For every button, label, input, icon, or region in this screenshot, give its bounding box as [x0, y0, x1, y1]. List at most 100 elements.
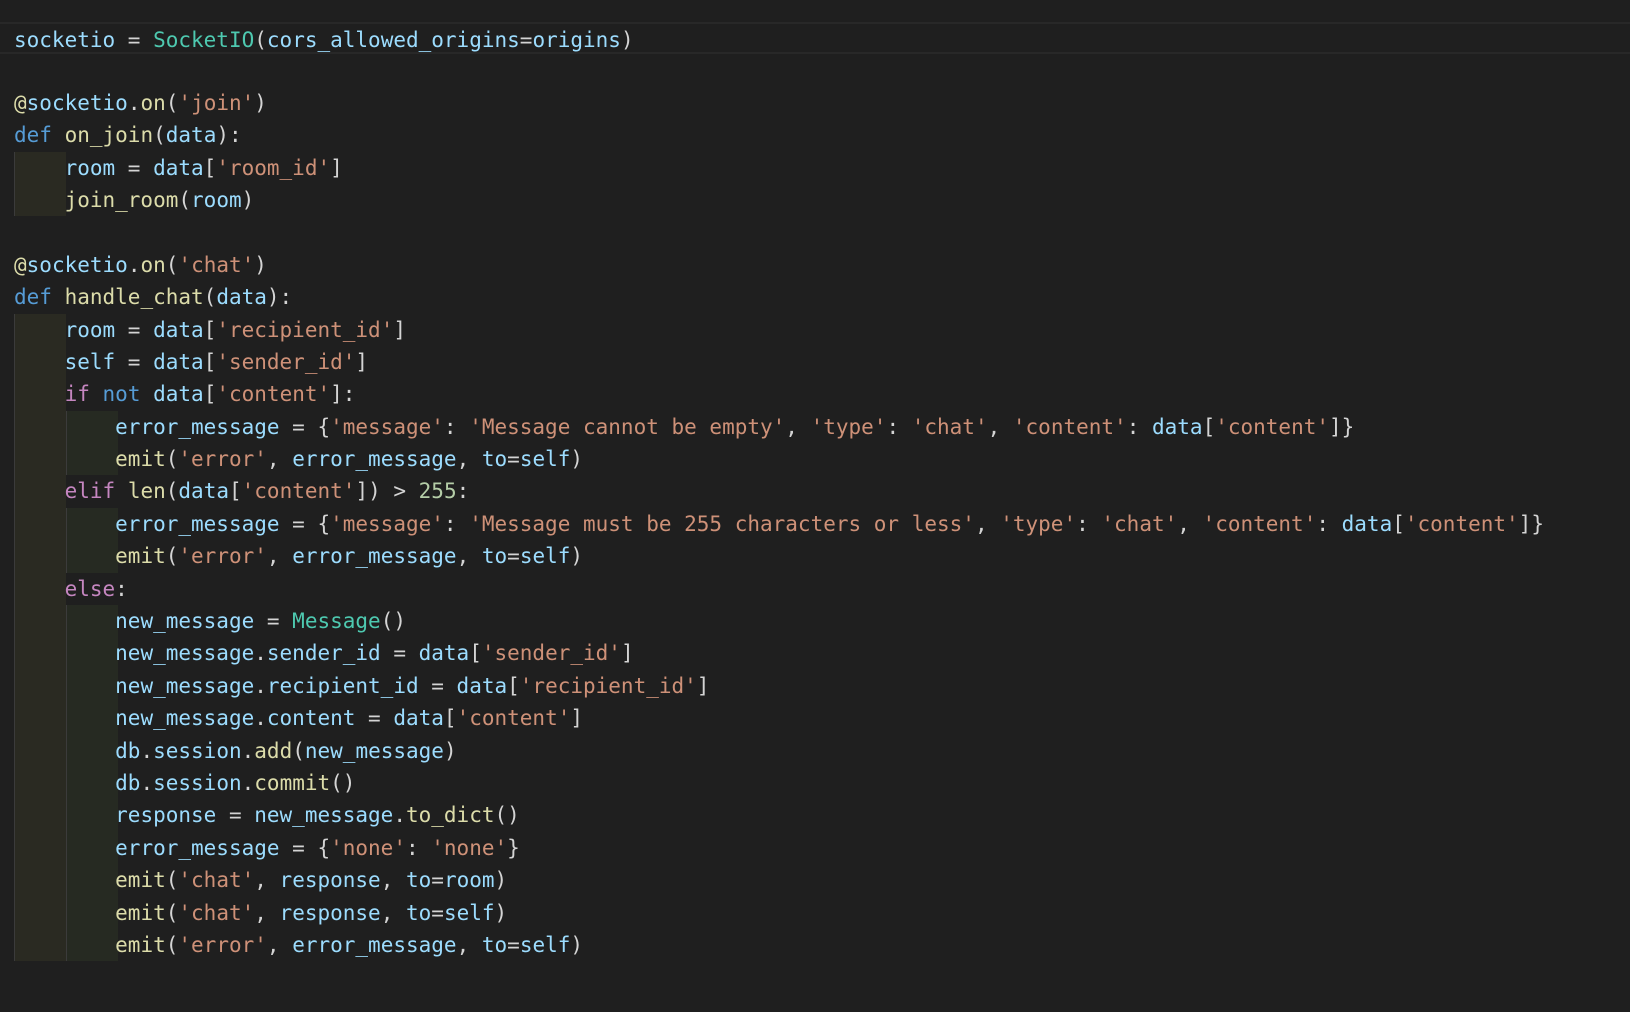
code-line[interactable]: [0, 54, 1630, 86]
code-line[interactable]: error_message = {'none': 'none'}: [0, 831, 1630, 865]
code-token: ]: [355, 349, 369, 374]
code-line[interactable]: new_message = Message(): [0, 605, 1630, 638]
code-token: new_message: [115, 609, 255, 634]
code-token: 'chat': [911, 414, 988, 439]
code-token: (: [292, 738, 305, 763]
code-token: data: [418, 641, 470, 666]
code-line[interactable]: error_message = {'message': 'Message mus…: [0, 507, 1630, 541]
code-token: =: [254, 609, 293, 634]
code-token: error_message: [115, 511, 280, 536]
code-token: ,: [254, 900, 280, 925]
code-line[interactable]: def on_join(data):: [0, 119, 1630, 151]
code-token: [: [203, 317, 217, 342]
code-token: ,: [785, 414, 811, 439]
code-token: ):: [266, 285, 293, 310]
code-text: join_room(room): [14, 187, 255, 212]
code-token: 'error': [178, 544, 267, 569]
code-line[interactable]: new_message.content = data['content']: [0, 702, 1630, 735]
code-line[interactable]: emit('chat', response, to=room): [0, 864, 1630, 897]
code-line[interactable]: db.session.commit(): [0, 766, 1630, 800]
code-token: emit: [115, 932, 166, 957]
code-token: 'none': [330, 835, 406, 860]
code-line[interactable]: self = data['sender_id']: [0, 345, 1630, 379]
code-token: error_message: [115, 414, 280, 439]
code-token: commit: [254, 770, 331, 795]
code-line[interactable]: db.session.add(new_message): [0, 734, 1630, 767]
code-token: ):: [216, 123, 242, 148]
code-line[interactable]: def handle_chat(data):: [0, 281, 1630, 313]
code-token: data: [1151, 414, 1203, 439]
code-token: ,: [266, 932, 293, 957]
code-token: on: [140, 252, 166, 277]
code-token: [: [507, 673, 520, 698]
code-line[interactable]: room = data['room_id']: [0, 151, 1630, 184]
code-token: (): [330, 770, 356, 795]
code-token: data: [178, 479, 229, 504]
code-token: =: [115, 155, 154, 180]
code-line[interactable]: room = data['recipient_id']: [0, 313, 1630, 346]
code-token: [: [1392, 511, 1405, 536]
code-line[interactable]: emit('chat', response, to=self): [0, 896, 1630, 929]
code-token: .: [140, 770, 154, 795]
code-text: db.session.commit(): [14, 771, 355, 795]
code-token: on_join: [64, 123, 154, 148]
code-token: data: [456, 673, 508, 698]
code-line[interactable]: error_message = {'message': 'Message can…: [0, 410, 1630, 444]
code-line[interactable]: if not data['content']:: [0, 378, 1630, 411]
code-token: 'Message must be 255 characters or less': [469, 511, 975, 536]
code-line[interactable]: [0, 216, 1630, 248]
code-token: data: [153, 155, 204, 180]
code-token: ]: [570, 706, 584, 731]
code-token: on: [140, 90, 166, 115]
code-token: emit: [115, 544, 166, 569]
code-token: 'type': [1000, 511, 1077, 536]
code-token: =: [431, 868, 444, 893]
code-token: sender_id: [266, 641, 381, 666]
code-token: elif: [64, 479, 116, 504]
code-line[interactable]: @socketio.on('join'): [0, 87, 1630, 119]
code-line[interactable]: emit('error', error_message, to=self): [0, 443, 1630, 476]
code-line[interactable]: new_message.sender_id = data['sender_id'…: [0, 637, 1630, 670]
code-editor[interactable]: socketio = SocketIO(cors_allowed_origins…: [0, 22, 1630, 1012]
code-token: 'content': [216, 382, 331, 407]
code-token: :: [443, 511, 470, 536]
code-token: ): [241, 187, 255, 212]
code-line[interactable]: emit('error', error_message, to=self): [0, 540, 1630, 573]
code-text: self = data['sender_id']: [14, 350, 368, 374]
code-line[interactable]: elif len(data['content']) > 255:: [0, 475, 1630, 508]
code-line[interactable]: socketio = SocketIO(cors_allowed_origins…: [0, 22, 1630, 55]
code-token: 'chat': [1101, 511, 1178, 536]
code-token: data: [153, 317, 204, 342]
code-line[interactable]: new_message.recipient_id = data['recipie…: [0, 669, 1630, 703]
code-line[interactable]: response = new_message.to_dict(): [0, 799, 1630, 832]
code-token: ]: [393, 317, 406, 342]
code-token: :: [115, 576, 128, 601]
code-token: ): [570, 932, 584, 957]
code-token: session: [153, 770, 242, 795]
code-line[interactable]: else:: [0, 572, 1630, 606]
code-token: self: [519, 932, 571, 957]
code-token: (): [380, 609, 406, 634]
code-token: = {: [279, 835, 331, 860]
code-line[interactable]: join_room(room): [0, 183, 1630, 217]
code-text: emit('error', error_message, to=self): [14, 447, 583, 471]
code-token: session: [153, 738, 242, 763]
code-token: response: [279, 900, 381, 925]
code-token: socketio: [26, 90, 128, 115]
code-token: self: [519, 544, 571, 569]
code-text: @socketio.on('join'): [14, 91, 267, 115]
code-token: [: [443, 706, 457, 731]
code-text: emit('error', error_message, to=self): [14, 544, 583, 568]
code-token: .: [254, 673, 267, 698]
code-line[interactable]: emit('error', error_message, to=self): [0, 928, 1630, 962]
code-token: (: [165, 932, 179, 957]
code-line[interactable]: @socketio.on('chat'): [0, 249, 1630, 281]
code-token: .: [241, 770, 255, 795]
code-token: emit: [115, 447, 166, 472]
code-token: 'error': [178, 447, 267, 472]
code-token: len: [127, 479, 166, 504]
code-token: [: [203, 155, 217, 180]
code-token: ]}: [1518, 511, 1544, 536]
code-token: .: [254, 706, 267, 731]
